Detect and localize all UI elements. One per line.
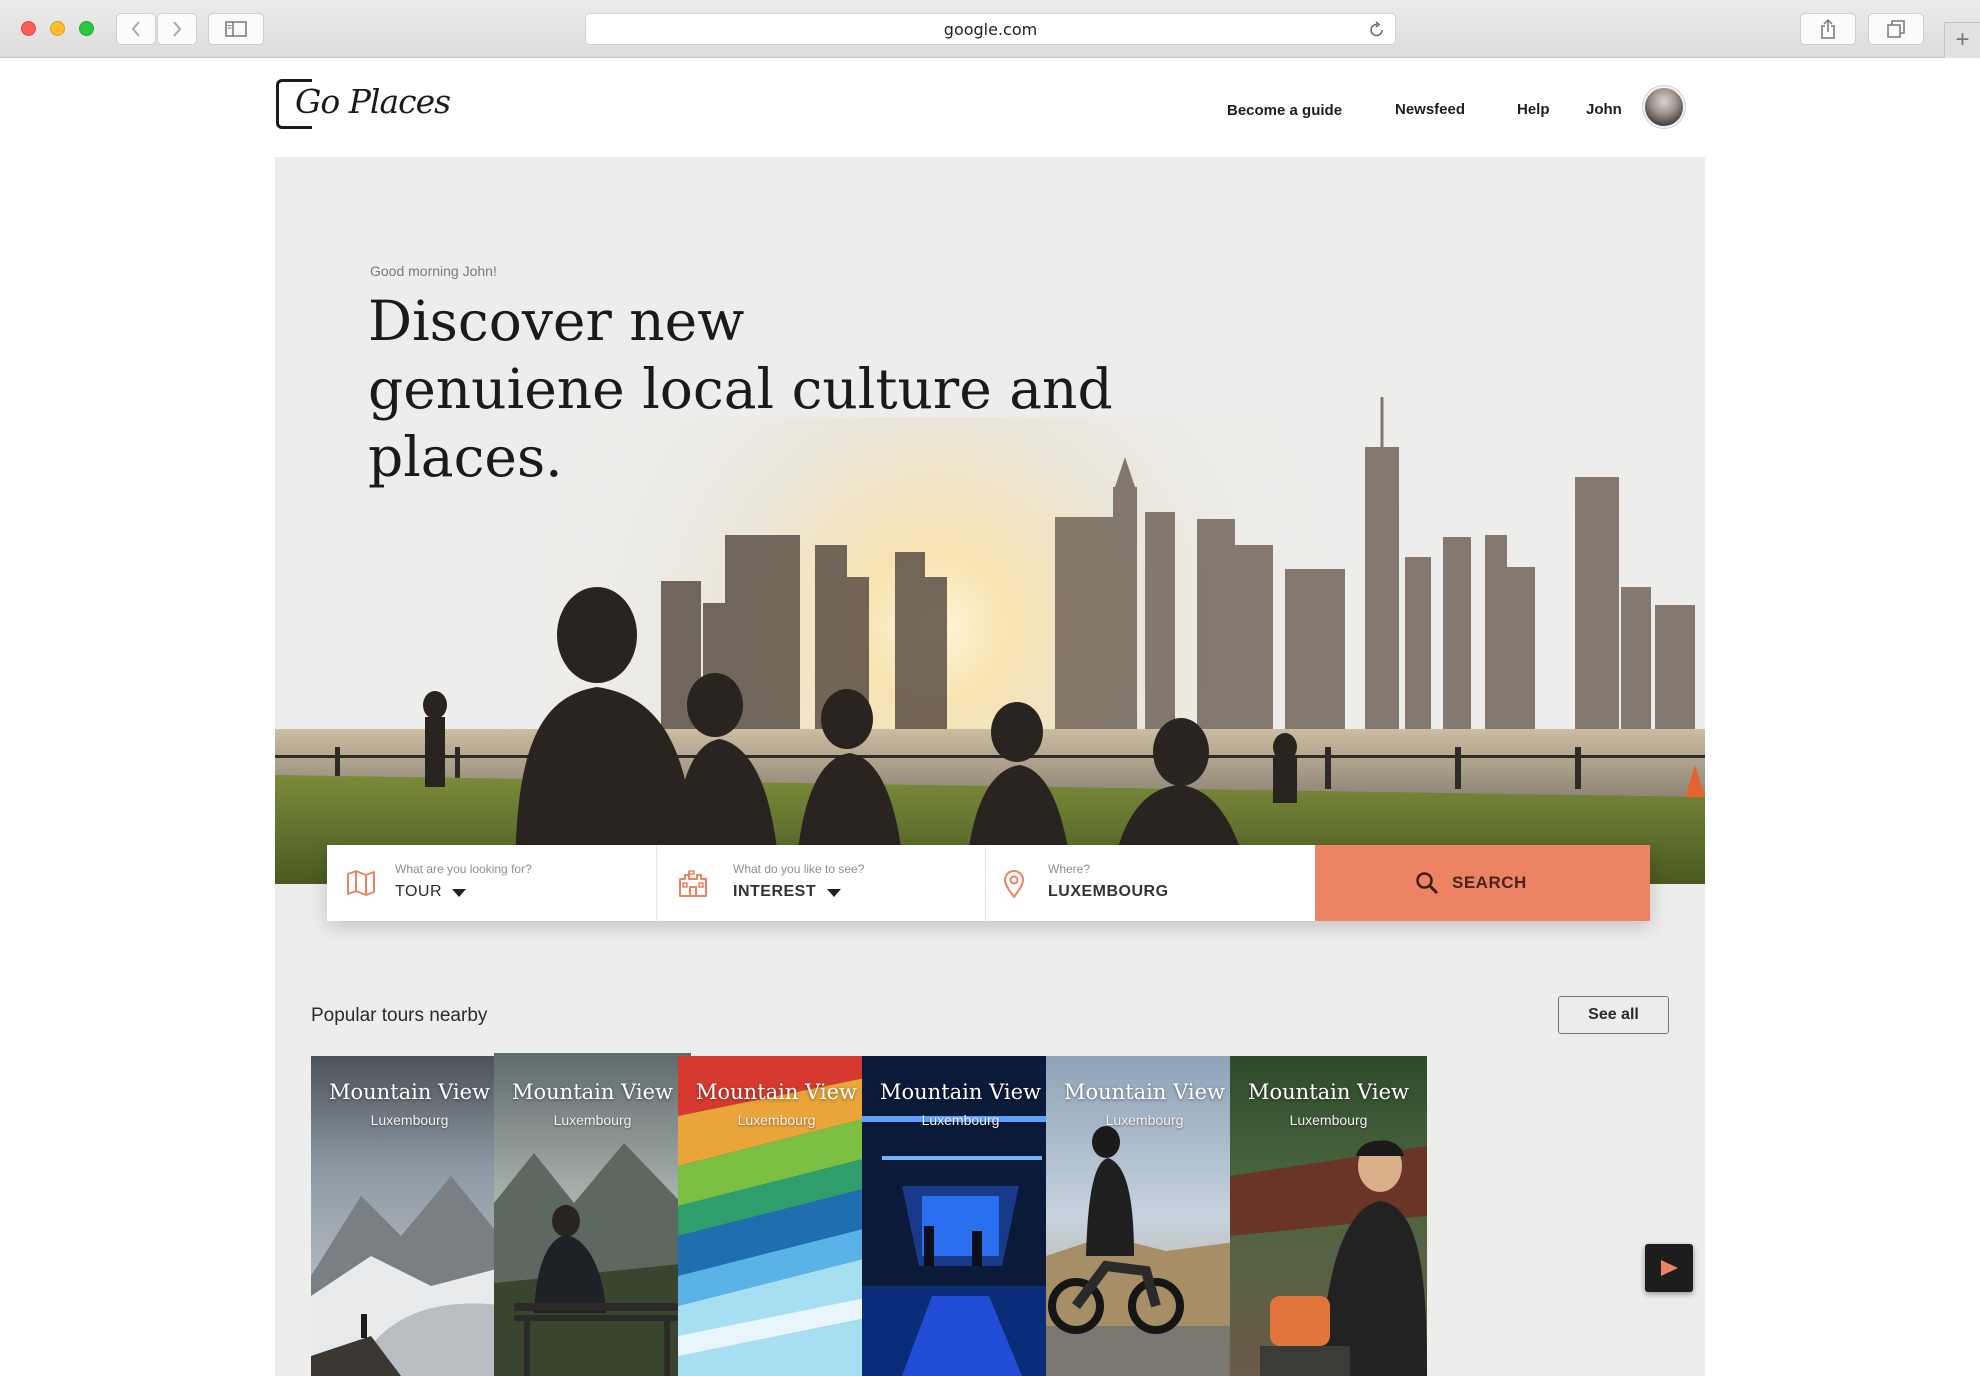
- forward-button[interactable]: [157, 13, 197, 45]
- close-window-button[interactable]: [21, 21, 36, 36]
- sidebar-toggle-button[interactable]: [208, 13, 264, 45]
- tour-card-subtitle: Luxembourg: [370, 1112, 449, 1128]
- headline-line-2: genuiene local culture and: [368, 357, 1113, 421]
- tabs-icon: [1887, 20, 1905, 38]
- tour-card[interactable]: Mountain View Luxembourg: [862, 1056, 1059, 1376]
- nav-user-name[interactable]: John: [1586, 101, 1622, 118]
- tour-card-image: [862, 1056, 1059, 1376]
- search-button-label: SEARCH: [1452, 873, 1527, 892]
- tabs-overview-button[interactable]: [1868, 13, 1924, 45]
- tour-card-title: Mountain View: [880, 1080, 1041, 1104]
- castle-icon: [679, 870, 707, 897]
- tour-card[interactable]: Mountain View Luxembourg: [1046, 1056, 1243, 1376]
- tour-card-title: Mountain View: [1064, 1080, 1225, 1104]
- nav-become-guide[interactable]: Become a guide: [1227, 102, 1342, 119]
- location-label: Where?: [1048, 862, 1091, 876]
- tour-card-subtitle: Luxembourg: [553, 1112, 632, 1128]
- interest-label: What do you like to see?: [733, 862, 865, 876]
- new-tab-button[interactable]: +: [1944, 22, 1980, 58]
- plus-icon: +: [1955, 26, 1970, 53]
- share-button[interactable]: [1800, 13, 1856, 45]
- tour-card-title: Mountain View: [329, 1080, 490, 1104]
- avatar[interactable]: [1643, 86, 1685, 128]
- reload-icon[interactable]: [1369, 21, 1385, 38]
- tour-type-value: TOUR: [395, 883, 443, 900]
- logo-text: Go Places: [295, 82, 451, 121]
- tour-card-subtitle: Luxembourg: [737, 1112, 816, 1128]
- tour-card-subtitle: Luxembourg: [1105, 1112, 1184, 1128]
- tour-card[interactable]: Mountain View Luxembourg: [678, 1056, 875, 1376]
- location-pin-icon: [1003, 870, 1025, 899]
- tour-card-image: [1230, 1056, 1427, 1376]
- interest-value: INTEREST: [733, 883, 817, 900]
- map-icon: [347, 870, 375, 896]
- tour-card-title: Mountain View: [696, 1080, 857, 1104]
- headline-line-3: places.: [368, 425, 563, 489]
- hero-headline: Discover new genuiene local culture and …: [368, 287, 1228, 491]
- logo[interactable]: Go Places: [275, 76, 451, 132]
- tour-type-select[interactable]: What are you looking for? TOUR: [327, 845, 657, 921]
- search-button[interactable]: SEARCH: [1315, 845, 1650, 921]
- location-value: LUXEMBOURG: [1048, 883, 1169, 900]
- tour-card[interactable]: Mountain View Luxembourg: [494, 1053, 691, 1376]
- tour-card-image: [311, 1056, 508, 1376]
- nav-newsfeed[interactable]: Newsfeed: [1395, 101, 1465, 118]
- nav-help[interactable]: Help: [1517, 101, 1550, 118]
- minimize-window-button[interactable]: [50, 21, 65, 36]
- search-bar: What are you looking for? TOUR What do y…: [327, 845, 1650, 921]
- zoom-window-button[interactable]: [79, 21, 94, 36]
- chevron-down-icon: [827, 889, 841, 897]
- tour-card-image: [678, 1056, 875, 1376]
- site: Go Places Become a guide Newsfeed Help J…: [275, 58, 1705, 1376]
- address-bar[interactable]: google.com: [585, 13, 1396, 45]
- play-arrow-icon: [1661, 1260, 1678, 1276]
- tour-card-title: Mountain View: [512, 1080, 673, 1104]
- url-text: google.com: [943, 20, 1038, 39]
- chevron-down-icon: [452, 889, 466, 897]
- sidebar-icon: [225, 21, 247, 37]
- tour-card-subtitle: Luxembourg: [921, 1112, 1000, 1128]
- browser-toolbar: google.com +: [0, 0, 1980, 58]
- share-icon: [1821, 19, 1835, 39]
- interest-select[interactable]: What do you like to see? INTEREST: [657, 845, 986, 921]
- popular-tours-title: Popular tours nearby: [311, 1005, 488, 1026]
- chevron-right-icon: [173, 21, 182, 37]
- tour-card-title: Mountain View: [1248, 1080, 1409, 1104]
- hero-section: Good morning John! Discover new genuiene…: [275, 157, 1705, 1376]
- greeting-text: Good morning John!: [370, 263, 497, 279]
- tour-card-subtitle: Luxembourg: [1289, 1112, 1368, 1128]
- carousel-next-button[interactable]: [1645, 1244, 1693, 1292]
- see-all-button[interactable]: See all: [1558, 996, 1669, 1034]
- back-button[interactable]: [116, 13, 156, 45]
- tour-card[interactable]: Mountain View Luxembourg: [311, 1056, 508, 1376]
- tour-type-label: What are you looking for?: [395, 862, 532, 876]
- location-field[interactable]: Where? LUXEMBOURG: [986, 845, 1315, 921]
- tour-card-image: [1046, 1056, 1243, 1376]
- tour-card[interactable]: Mountain View Luxembourg: [1230, 1056, 1427, 1376]
- chevron-left-icon: [131, 21, 140, 37]
- search-icon: [1416, 872, 1439, 895]
- headline-line-1: Discover new: [368, 289, 745, 353]
